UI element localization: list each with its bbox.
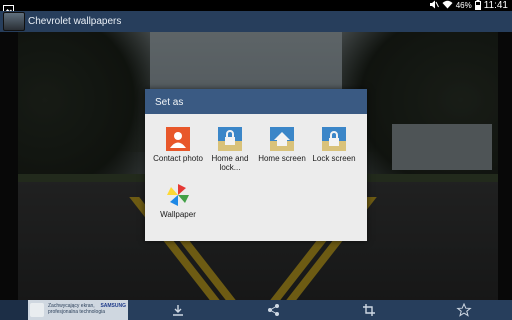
set-as-dialog: Set as Contact photo Home and lock... Ho… — [145, 89, 367, 241]
crop-icon[interactable] — [362, 303, 378, 317]
dialog-title: Set as — [145, 89, 367, 114]
option-label: Home and lock... — [211, 154, 249, 172]
status-bar: 46% 11:41 — [0, 0, 512, 14]
option-lock-screen[interactable]: Lock screen — [308, 127, 360, 163]
home-screen-icon — [270, 127, 294, 151]
wallpaper-pinwheel-icon — [166, 183, 190, 207]
contact-photo-icon — [166, 127, 190, 151]
option-label: Home screen — [258, 154, 306, 163]
ad-strip — [0, 300, 28, 320]
app-bar: Chevrolet wallpapers — [0, 11, 512, 32]
option-home-screen[interactable]: Home screen — [256, 127, 308, 163]
wifi-icon — [442, 0, 453, 11]
battery-icon — [474, 0, 481, 12]
app-logo-icon[interactable] — [3, 12, 25, 31]
option-label: Wallpaper — [160, 210, 196, 219]
mute-icon — [429, 0, 439, 11]
ad-brand-logo: SAMSUNG — [100, 303, 126, 309]
download-icon[interactable] — [170, 303, 186, 317]
favorite-star-icon[interactable] — [456, 302, 472, 317]
app-title: Chevrolet wallpapers — [28, 16, 122, 27]
ad-banner[interactable]: Zachwycający ekran, profesjonalna techno… — [28, 300, 128, 320]
home-and-lock-icon — [218, 127, 242, 151]
lock-screen-icon — [322, 127, 346, 151]
option-label: Lock screen — [312, 154, 356, 163]
option-wallpaper[interactable]: Wallpaper — [152, 183, 204, 219]
bottom-bar: Zachwycający ekran, profesjonalna techno… — [0, 300, 512, 320]
option-label: Contact photo — [153, 154, 203, 163]
ad-text: Zachwycający ekran, profesjonalna techno… — [48, 303, 105, 315]
battery-percent: 46% — [455, 1, 472, 10]
ad-product-image — [30, 303, 44, 317]
option-home-and-lock[interactable]: Home and lock... — [204, 127, 256, 172]
clock-time: 11:41 — [483, 0, 508, 11]
option-contact-photo[interactable]: Contact photo — [152, 127, 204, 163]
share-icon[interactable] — [266, 303, 282, 317]
